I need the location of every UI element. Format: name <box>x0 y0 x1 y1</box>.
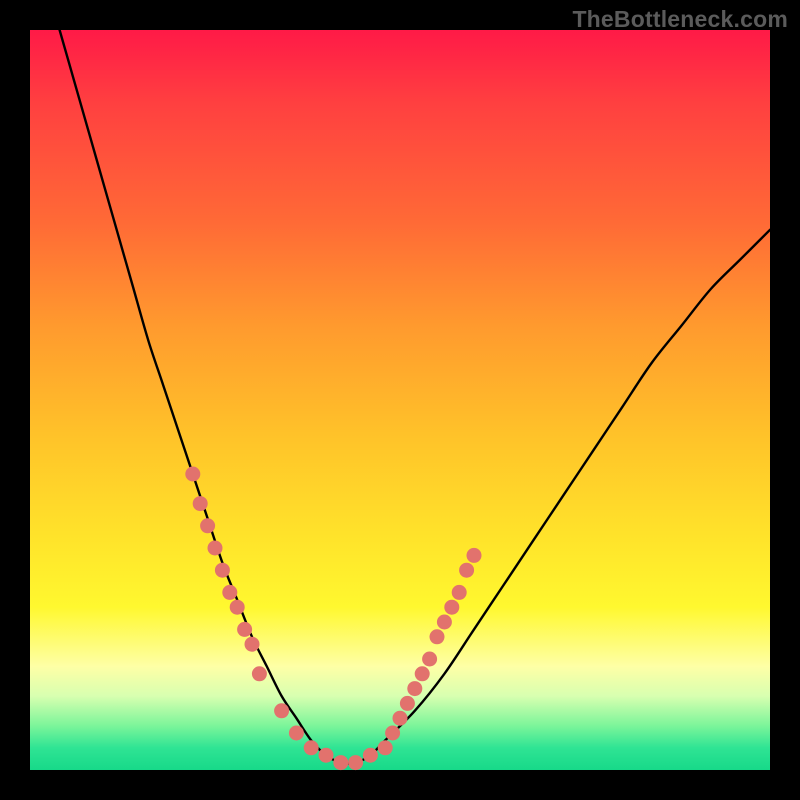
highlight-dot <box>333 755 348 770</box>
highlight-dot <box>378 740 393 755</box>
highlight-dot <box>289 726 304 741</box>
highlight-dot <box>348 755 363 770</box>
highlight-dot <box>215 563 230 578</box>
highlight-dot <box>185 467 200 482</box>
highlight-dot <box>193 496 208 511</box>
highlight-dot <box>363 748 378 763</box>
watermark-text: TheBottleneck.com <box>572 6 788 33</box>
highlight-dot <box>459 563 474 578</box>
highlight-dots-group <box>185 467 481 771</box>
highlight-dot <box>274 703 289 718</box>
highlight-dot <box>230 600 245 615</box>
curve-svg <box>30 30 770 770</box>
highlight-dot <box>245 637 260 652</box>
highlight-dot <box>400 696 415 711</box>
highlight-dot <box>200 518 215 533</box>
highlight-dot <box>467 548 482 563</box>
highlight-dot <box>422 652 437 667</box>
highlight-dot <box>208 541 223 556</box>
highlight-dot <box>437 615 452 630</box>
highlight-dot <box>319 748 334 763</box>
plot-area <box>30 30 770 770</box>
highlight-dot <box>407 681 422 696</box>
highlight-dot <box>430 629 445 644</box>
highlight-dot <box>222 585 237 600</box>
highlight-dot <box>444 600 459 615</box>
highlight-dot <box>304 740 319 755</box>
highlight-dot <box>393 711 408 726</box>
highlight-dot <box>237 622 252 637</box>
highlight-dot <box>415 666 430 681</box>
highlight-dot <box>252 666 267 681</box>
highlight-dot <box>385 726 400 741</box>
curve-path-group <box>60 30 770 764</box>
chart-frame: TheBottleneck.com <box>0 0 800 800</box>
highlight-dot <box>452 585 467 600</box>
bottleneck-curve <box>60 30 770 764</box>
